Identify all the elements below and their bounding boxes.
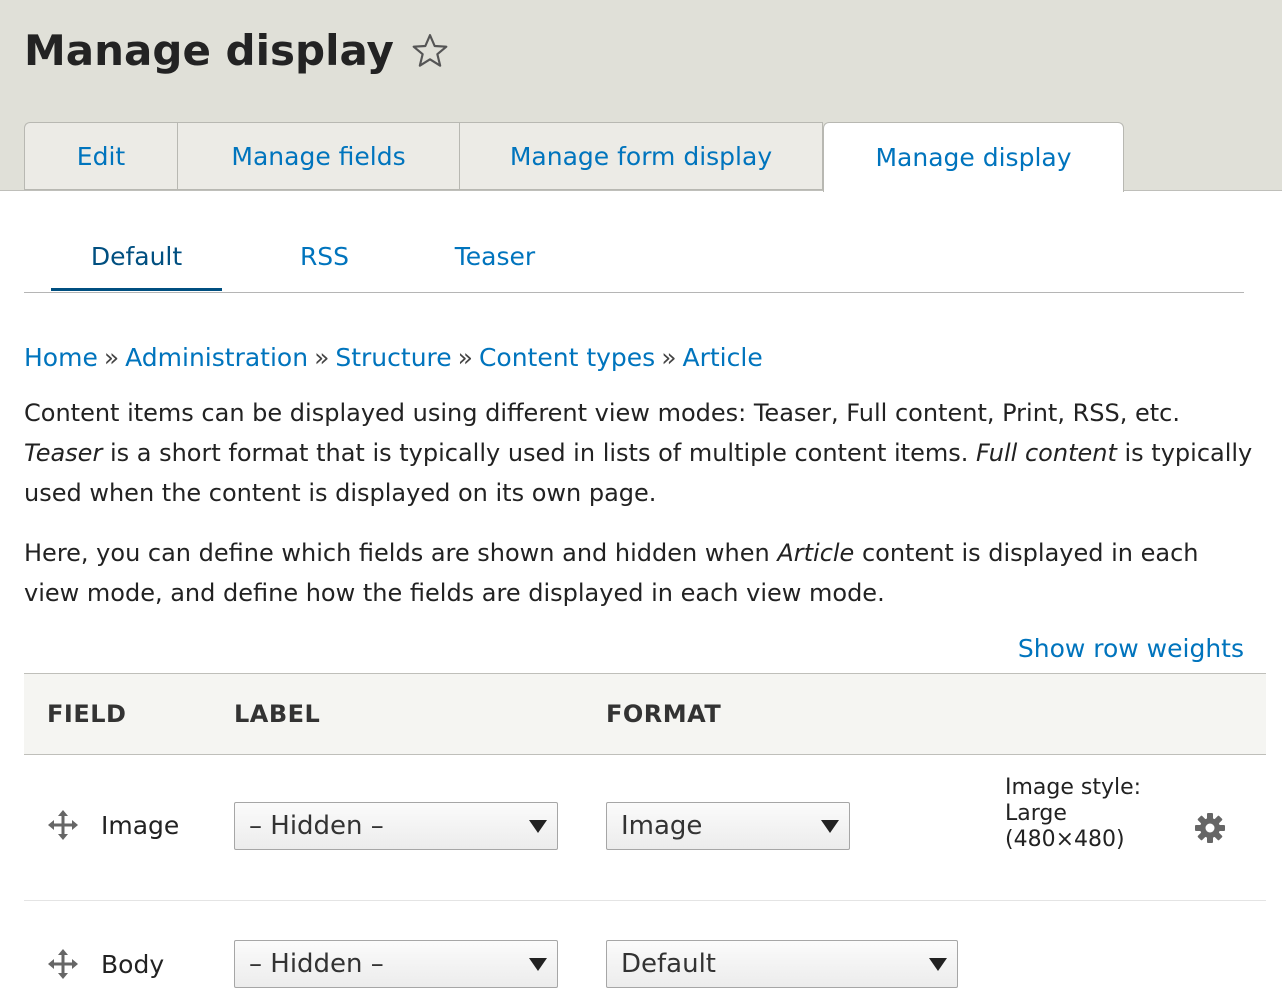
column-header-label: LABEL (234, 700, 321, 728)
column-header-field: FIELD (47, 700, 127, 728)
tab-manage-display[interactable]: Manage display (823, 122, 1124, 192)
gear-icon[interactable] (1194, 812, 1226, 844)
field-name: Body (101, 950, 165, 979)
label-select[interactable]: – Hidden – (234, 802, 558, 850)
table-header: FIELD LABEL FORMAT (24, 673, 1266, 755)
chevron-down-icon (529, 820, 547, 833)
chevron-down-icon (821, 820, 839, 833)
tab-edit[interactable]: Edit (24, 122, 177, 190)
field-name: Image (101, 811, 180, 840)
breadcrumb-administration[interactable]: Administration (125, 343, 308, 372)
tab-manage-form-display[interactable]: Manage form display (459, 122, 823, 190)
show-row-weights-link[interactable]: Show row weights (1018, 634, 1244, 663)
secondary-tabs: Default RSS Teaser (24, 228, 1244, 293)
chevron-down-icon (929, 958, 947, 971)
page-title: Manage display (24, 24, 450, 78)
label-select[interactable]: – Hidden – (234, 940, 558, 988)
star-outline-icon[interactable] (410, 31, 450, 71)
table-row: Body – Hidden – Default (24, 901, 1266, 1001)
formatter-summary: Image style: Large (480×480) (1005, 775, 1142, 852)
breadcrumb-content-types[interactable]: Content types (479, 343, 655, 372)
breadcrumb: Home» Administration» Structure» Content ty… (24, 340, 763, 376)
breadcrumb-separator: » (314, 343, 330, 372)
breadcrumb-separator: » (661, 343, 677, 372)
tab-manage-fields[interactable]: Manage fields (177, 122, 459, 190)
help-text-fields: Here, you can define which fields are sh… (24, 539, 1199, 607)
move-arrows-icon[interactable] (48, 810, 78, 840)
breadcrumb-article[interactable]: Article (683, 343, 763, 372)
tab-teaser[interactable]: Teaser (420, 228, 570, 291)
breadcrumb-home[interactable]: Home (24, 343, 98, 372)
tab-rss[interactable]: RSS (247, 228, 402, 291)
breadcrumb-separator: » (103, 343, 120, 372)
move-arrows-icon[interactable] (48, 949, 78, 979)
table-row: Image – Hidden – Image Image style: Larg… (24, 755, 1266, 901)
help-text-view-modes: Content items can be displayed using dif… (24, 399, 1253, 507)
format-select[interactable]: Image (606, 802, 850, 850)
tab-default[interactable]: Default (51, 228, 222, 291)
column-header-format: FORMAT (606, 700, 722, 728)
page-header: Manage display Edit Manage fields Manage… (0, 0, 1282, 192)
format-select[interactable]: Default (606, 940, 958, 988)
chevron-down-icon (529, 958, 547, 971)
breadcrumb-structure[interactable]: Structure (335, 343, 451, 372)
page-title-text: Manage display (24, 26, 394, 75)
breadcrumb-separator: » (457, 343, 473, 372)
primary-tabs: Edit Manage fields Manage form display M… (24, 122, 1124, 192)
